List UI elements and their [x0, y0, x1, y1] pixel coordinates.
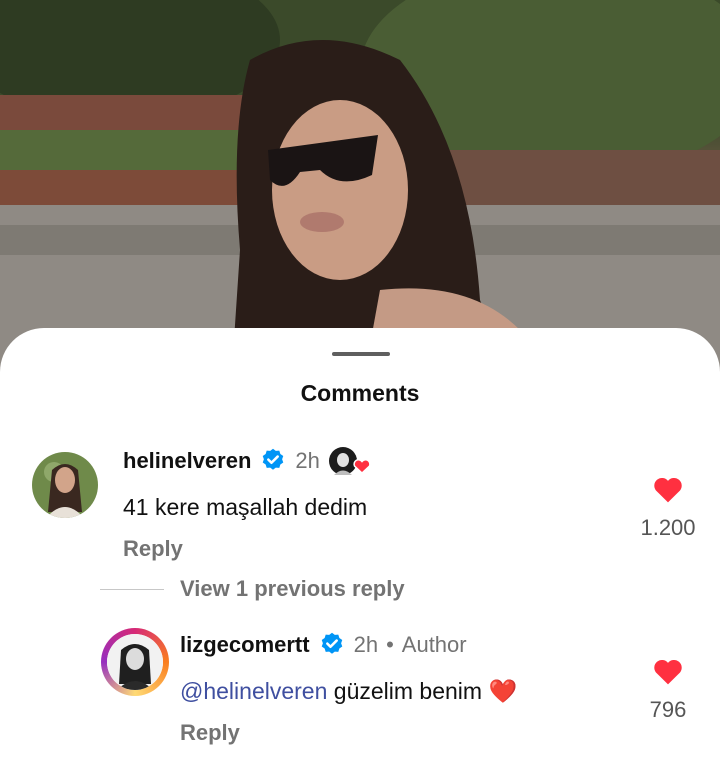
sheet-drag-handle[interactable] [332, 352, 390, 356]
avatar [107, 634, 163, 690]
avatar-image [107, 634, 163, 690]
reply-time: 2h [353, 632, 379, 657]
view-replies-label[interactable]: View 1 previous reply [180, 576, 405, 602]
avatar[interactable] [32, 452, 98, 518]
view-previous-replies[interactable]: View 1 previous reply [100, 576, 405, 602]
avatar-story-ring[interactable] [101, 628, 169, 696]
like-control: 796 [636, 658, 700, 723]
comment-text: 41 kere maşallah dedim [123, 494, 368, 520]
thread-divider-line [100, 588, 164, 590]
like-count: 1.200 [640, 515, 696, 540]
mention-link[interactable]: @helinelveren [180, 678, 327, 704]
author-badge: Author [401, 632, 467, 657]
reply-username[interactable]: lizgecomertt [180, 632, 310, 658]
liked-by-author-icon [328, 446, 372, 476]
like-count: 796 [649, 697, 687, 722]
meta-separator: • [386, 632, 394, 657]
avatar-image [32, 452, 98, 518]
sheet-title: Comments [300, 380, 420, 406]
heart-filled-icon[interactable] [653, 476, 683, 503]
comment-username[interactable]: helinelveren [123, 448, 251, 474]
like-control: 1.200 [636, 476, 700, 541]
reply-button[interactable]: Reply [180, 720, 240, 746]
reply-button[interactable]: Reply [123, 536, 183, 562]
reply-text: @helinelveren güzelim benim ❤️ [180, 678, 517, 705]
comments-sheet: Comments helinelveren 2h 41 kere maşalla… [0, 328, 720, 762]
comment-meta: helinelveren 2h [123, 446, 372, 476]
verified-badge-icon [321, 632, 342, 654]
reply-body: güzelim benim [327, 678, 483, 704]
verified-badge-icon [263, 448, 284, 470]
reply-meta: lizgecomertt 2h • Author [180, 630, 467, 660]
heart-emoji: ❤️ [488, 678, 518, 704]
comment-time: 2h [295, 448, 320, 473]
heart-filled-icon[interactable] [653, 658, 683, 685]
